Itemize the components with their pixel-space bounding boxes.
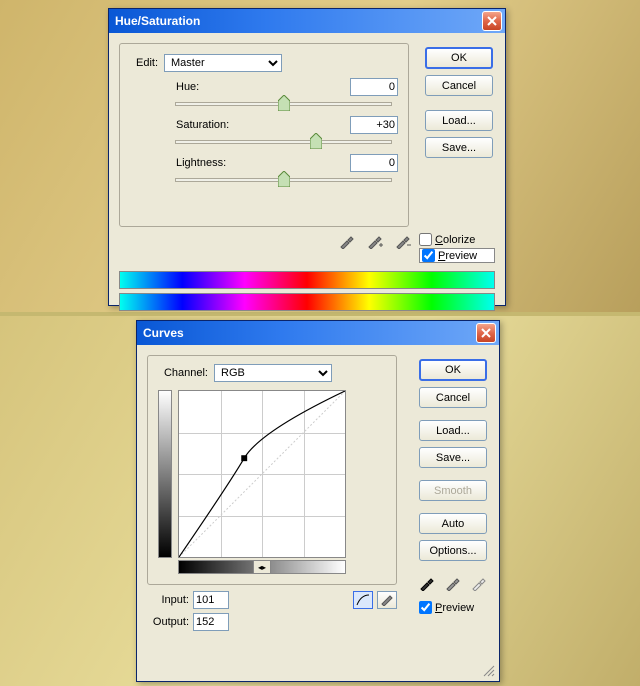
edit-combo[interactable]: Master	[164, 54, 282, 72]
smooth-button: Smooth	[419, 480, 487, 501]
ok-button[interactable]: OK	[419, 359, 487, 381]
channel-label: Channel:	[158, 367, 214, 379]
curves-titlebar[interactable]: Curves	[137, 321, 499, 345]
curve-path	[179, 391, 345, 557]
preview-checkbox[interactable]: Preview	[419, 248, 495, 263]
close-icon[interactable]	[482, 11, 502, 31]
input-label: Input:	[147, 594, 189, 606]
hue-button-column: OK Cancel Load... Save...	[425, 47, 493, 164]
curve-point[interactable]	[241, 455, 247, 461]
cancel-button[interactable]: Cancel	[419, 387, 487, 408]
lightness-label: Lightness:	[176, 157, 256, 169]
close-icon[interactable]	[476, 323, 496, 343]
output-value[interactable]	[193, 613, 229, 631]
gray-point-eyedropper-icon[interactable]	[445, 575, 461, 591]
hue-spectrum	[119, 271, 495, 311]
lightness-slider-thumb[interactable]	[278, 171, 290, 187]
load-button[interactable]: Load...	[419, 420, 487, 441]
hue-strip-bottom	[119, 293, 495, 311]
curves-groupbox: Channel: RGB	[147, 355, 397, 585]
white-point-eyedropper-icon[interactable]	[471, 575, 487, 591]
hue-slider-thumb[interactable]	[278, 95, 290, 111]
saturation-input[interactable]	[350, 116, 398, 134]
lightness-input[interactable]	[350, 154, 398, 172]
output-gradient-bar	[158, 390, 172, 558]
saturation-label: Saturation:	[176, 119, 256, 131]
input-value[interactable]	[193, 591, 229, 609]
auto-button[interactable]: Auto	[419, 513, 487, 534]
colorize-checkbox[interactable]: Colorize	[419, 233, 495, 246]
options-button[interactable]: Options...	[419, 540, 487, 561]
hue-label: Hue:	[176, 81, 256, 93]
lightness-slider[interactable]	[175, 178, 392, 182]
input-gradient-bar[interactable]: ◂▸	[178, 560, 346, 574]
curves-title: Curves	[143, 326, 476, 340]
curve-pencil-tool-icon[interactable]	[377, 591, 397, 609]
load-button[interactable]: Load...	[425, 110, 493, 131]
gradient-swap-icon[interactable]: ◂▸	[253, 561, 271, 573]
output-label: Output:	[147, 616, 189, 628]
curve-grid[interactable]	[178, 390, 346, 558]
hue-strip-top	[119, 271, 495, 289]
save-button[interactable]: Save...	[419, 447, 487, 468]
eyedropper-plus-icon[interactable]	[367, 233, 383, 249]
resize-grip-icon[interactable]	[481, 663, 495, 677]
eyedropper-minus-icon[interactable]	[395, 233, 411, 249]
eyedropper-icon[interactable]	[339, 233, 355, 249]
curves-button-column: OK Cancel Load... Save... Smooth Auto Op…	[419, 359, 487, 616]
curves-dialog: Curves Channel: RGB	[136, 320, 500, 682]
ok-button[interactable]: OK	[425, 47, 493, 69]
hue-saturation-title: Hue/Saturation	[115, 14, 482, 28]
hue-slider[interactable]	[175, 102, 392, 106]
saturation-slider-thumb[interactable]	[310, 133, 322, 149]
channel-combo[interactable]: RGB	[214, 364, 332, 382]
preview-checkbox[interactable]: Preview	[419, 601, 487, 614]
hue-saturation-dialog: Hue/Saturation Edit: Master Hue:	[108, 8, 506, 306]
hue-input[interactable]	[350, 78, 398, 96]
curve-spline-tool-icon[interactable]	[353, 591, 373, 609]
hue-saturation-titlebar[interactable]: Hue/Saturation	[109, 9, 505, 33]
edit-label: Edit:	[130, 57, 164, 69]
black-point-eyedropper-icon[interactable]	[419, 575, 435, 591]
hue-saturation-groupbox: Edit: Master Hue:	[119, 43, 409, 227]
save-button[interactable]: Save...	[425, 137, 493, 158]
cancel-button[interactable]: Cancel	[425, 75, 493, 96]
saturation-slider[interactable]	[175, 140, 392, 144]
